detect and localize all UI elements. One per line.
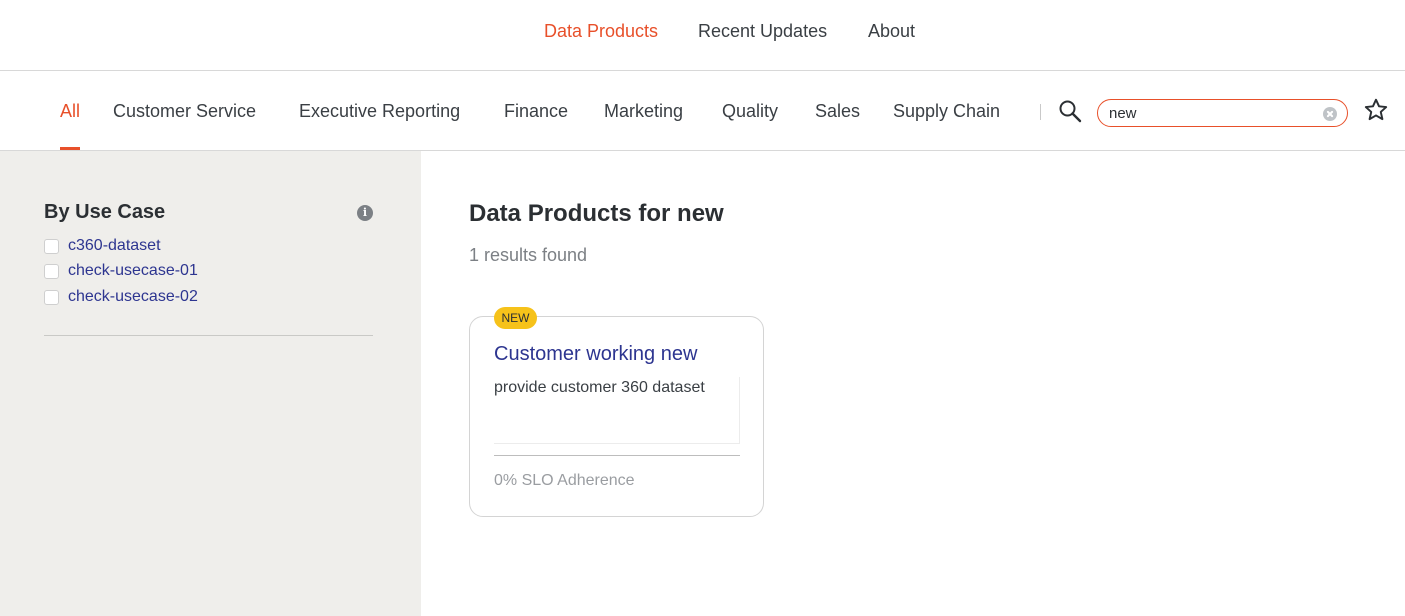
nav-recent-updates[interactable]: Recent Updates: [698, 21, 827, 42]
top-navigation: Data Products Recent Updates About: [0, 0, 1405, 71]
star-icon[interactable]: [1363, 97, 1389, 123]
use-case-checkbox[interactable]: [44, 264, 59, 279]
card-description: provide customer 360 dataset: [494, 379, 705, 396]
data-product-card[interactable]: Customer working new provide customer 36…: [469, 316, 764, 517]
sidebar-title: By Use Case: [44, 201, 166, 223]
search-field[interactable]: [1097, 99, 1348, 127]
results-count: 1 results found: [469, 245, 588, 265]
tab-quality[interactable]: Quality: [722, 101, 778, 150]
new-badge: NEW: [494, 307, 537, 329]
card-description-box: provide customer 360 dataset: [494, 377, 740, 444]
tab-finance[interactable]: Finance: [504, 101, 568, 150]
nav-data-products[interactable]: Data Products: [544, 21, 658, 42]
card-divider: [494, 455, 740, 456]
info-icon[interactable]: i: [357, 205, 373, 221]
tab-executive-reporting[interactable]: Executive Reporting: [299, 101, 460, 150]
results-title: Data Products for new: [469, 200, 724, 227]
card-slo-adherence: 0% SLO Adherence: [494, 472, 635, 489]
use-case-label[interactable]: check-usecase-02: [68, 288, 198, 306]
tab-supply-chain[interactable]: Supply Chain: [893, 101, 1000, 150]
sidebar-divider: [44, 335, 373, 336]
use-case-label[interactable]: c360-dataset: [68, 237, 161, 255]
search-input[interactable]: [1109, 104, 1314, 122]
tab-separator: [1040, 104, 1041, 120]
nav-about[interactable]: About: [868, 21, 915, 42]
tab-marketing[interactable]: Marketing: [604, 101, 683, 150]
sidebar: By Use Case i c360-dataset check-usecase…: [0, 151, 421, 616]
use-case-label[interactable]: check-usecase-01: [68, 262, 198, 280]
search-icon[interactable]: [1058, 99, 1082, 123]
tab-sales[interactable]: Sales: [815, 101, 860, 150]
clear-search-icon[interactable]: [1323, 107, 1337, 121]
use-case-checkbox[interactable]: [44, 239, 59, 254]
tab-customer-service[interactable]: Customer Service: [113, 101, 256, 150]
use-case-checkbox[interactable]: [44, 290, 59, 305]
card-title[interactable]: Customer working new: [494, 343, 697, 366]
tab-all[interactable]: All: [60, 101, 81, 150]
